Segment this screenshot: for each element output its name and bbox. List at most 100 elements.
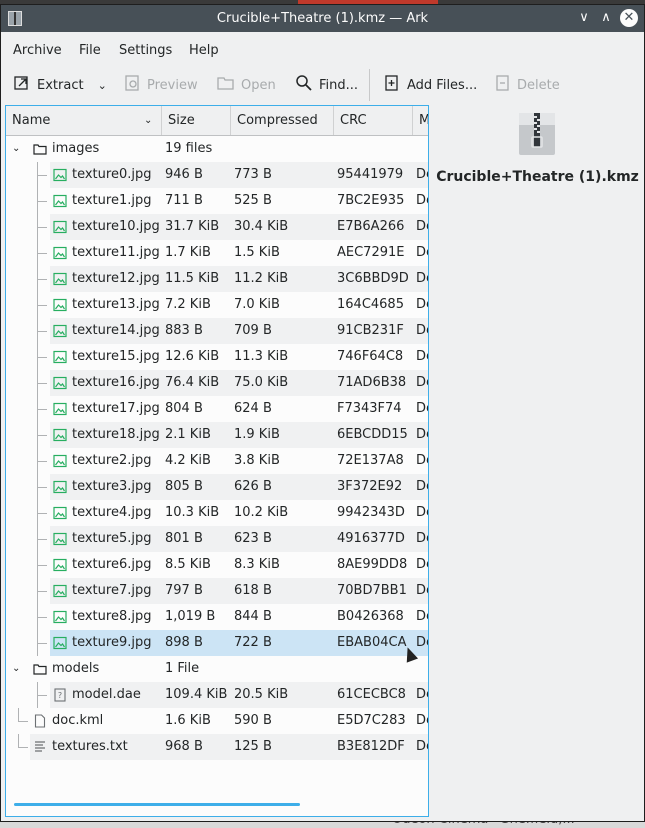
menu-file[interactable]: File	[79, 43, 101, 58]
chevron-up-icon[interactable]: ∧	[597, 9, 615, 27]
folder-row[interactable]: ⌄ models 1 File	[6, 656, 428, 682]
file-row[interactable]: texture5.jpg 801 B 623 B 4916377D De	[6, 526, 428, 552]
chevron-down-icon[interactable]: ⌄	[98, 79, 107, 92]
cell-crc: 9942343D	[337, 505, 405, 520]
cell-name: texture7.jpg	[72, 583, 152, 598]
delete-label: Delete	[517, 77, 560, 93]
cell-method: De	[416, 349, 428, 364]
delete-file-icon	[495, 74, 511, 96]
cell-compressed: 11.2 KiB	[234, 271, 289, 286]
tree-line	[37, 513, 47, 514]
file-row[interactable]: textures.txt 968 B 125 B B3E812DF De	[6, 734, 428, 760]
file-row[interactable]: texture16.jpg 76.4 KiB 75.0 KiB 71AD6B38 De	[6, 370, 428, 396]
cell-name: texture15.jpg	[72, 349, 160, 364]
menu-settings[interactable]: Settings	[119, 43, 172, 58]
file-row[interactable]: texture6.jpg 8.5 KiB 8.3 KiB 8AE99DD8 De	[6, 552, 428, 578]
file-row[interactable]: texture15.jpg 12.6 KiB 11.3 KiB 746F64C8 De	[6, 344, 428, 370]
info-panel: Crucible+Theatre (1).kmz	[431, 105, 644, 817]
menu-help[interactable]: Help	[189, 43, 219, 58]
cell-method: De	[416, 713, 428, 728]
extract-button[interactable]: Extract ⌄	[13, 67, 107, 103]
archive-file-list[interactable]: Name ⌄ Size Compressed CRC M ⌄ images 19 f…	[5, 105, 429, 817]
cell-name: texture3.jpg	[72, 479, 152, 494]
column-method[interactable]: M	[413, 106, 428, 135]
folder-icon	[33, 656, 49, 682]
cell-crc: 71AD6B38	[337, 375, 407, 390]
file-row[interactable]: ? model.dae 109.4 KiB 20.5 KiB 61CECBC8 De	[6, 682, 428, 708]
close-icon[interactable]: ✕	[620, 9, 638, 27]
folder-row[interactable]: ⌄ images 19 files	[6, 136, 428, 162]
cell-compressed: 623 B	[234, 531, 272, 546]
image-file-icon	[53, 604, 69, 630]
tree-line	[37, 279, 47, 280]
tree-line	[37, 591, 47, 592]
file-row[interactable]: texture12.jpg 11.5 KiB 11.2 KiB 3C6BBD9D De	[6, 266, 428, 292]
column-header: Name ⌄ Size Compressed CRC M	[6, 106, 428, 136]
cell-crc: 164C4685	[337, 297, 404, 312]
sort-chevron-icon[interactable]: ⌄	[144, 106, 152, 135]
file-row[interactable]: texture11.jpg 1.7 KiB 1.5 KiB AEC7291E De	[6, 240, 428, 266]
file-row[interactable]: texture0.jpg 946 B 773 B 95441979 De	[6, 162, 428, 188]
cell-method: De	[416, 167, 428, 182]
cell-crc: 3C6BBD9D	[337, 271, 409, 286]
image-file-icon	[53, 162, 69, 188]
delete-button[interactable]: Delete	[495, 67, 560, 103]
ark-window: Crucible+Theatre (1).kmz — Ark ∨ ∧ ✕ Arc…	[0, 4, 645, 822]
titlebar[interactable]: Crucible+Theatre (1).kmz — Ark ∨ ∧ ✕	[1, 5, 644, 32]
zip-archive-icon	[519, 113, 555, 155]
column-compressed[interactable]: Compressed	[231, 106, 334, 135]
cell-name: texture13.jpg	[72, 297, 160, 312]
image-file-icon	[53, 188, 69, 214]
cell-method: De	[416, 245, 428, 260]
file-row[interactable]: texture1.jpg 711 B 525 B 7BC2E935 De	[6, 188, 428, 214]
file-row[interactable]: texture10.jpg 31.7 KiB 30.4 KiB E7B6A266 De	[6, 214, 428, 240]
tree-line	[18, 721, 28, 722]
file-row[interactable]: texture17.jpg 804 B 624 B F7343F74 De	[6, 396, 428, 422]
cell-compressed: 618 B	[234, 583, 272, 598]
cell-crc: 6EBCDD15	[337, 427, 408, 442]
cell-compressed: 722 B	[234, 635, 272, 650]
cell-name: texture10.jpg	[72, 219, 160, 234]
expand-chevron-icon[interactable]: ⌄	[12, 136, 24, 162]
file-row[interactable]: texture8.jpg 1,019 B 844 B B0426368 De	[6, 604, 428, 630]
cell-name: texture12.jpg	[72, 271, 160, 286]
expand-chevron-icon[interactable]: ⌄	[12, 656, 24, 682]
add-files-button[interactable]: Add Files...	[383, 67, 477, 103]
file-row[interactable]: texture18.jpg 2.1 KiB 1.9 KiB 6EBCDD15 De	[6, 422, 428, 448]
file-row[interactable]: texture7.jpg 797 B 618 B 70BD7BB1 De	[6, 578, 428, 604]
svg-text:?: ?	[58, 691, 62, 700]
file-row[interactable]: texture4.jpg 10.3 KiB 10.2 KiB 9942343D De	[6, 500, 428, 526]
file-row[interactable]: texture14.jpg 883 B 709 B 91CB231F De	[6, 318, 428, 344]
document-icon	[33, 708, 49, 734]
image-file-icon	[53, 266, 69, 292]
cell-compressed: 3.8 KiB	[234, 453, 280, 468]
cell-size: 76.4 KiB	[165, 375, 220, 390]
menu-archive[interactable]: Archive	[13, 43, 62, 58]
cell-compressed: 10.2 KiB	[234, 505, 289, 520]
cell-compressed: 30.4 KiB	[234, 219, 289, 234]
file-row[interactable]: texture3.jpg 805 B 626 B 3F372E92 De	[6, 474, 428, 500]
cell-size: 883 B	[165, 323, 203, 338]
file-row[interactable]: texture9.jpg 898 B 722 B EBAB04CA De	[6, 630, 428, 656]
file-row[interactable]: texture2.jpg 4.2 KiB 3.8 KiB 72E137A8 De	[6, 448, 428, 474]
file-row[interactable]: texture13.jpg 7.2 KiB 7.0 KiB 164C4685 De	[6, 292, 428, 318]
column-name[interactable]: Name ⌄	[6, 106, 162, 135]
column-crc[interactable]: CRC	[334, 106, 413, 135]
horizontal-scrollbar[interactable]	[14, 803, 300, 806]
cell-method: De	[416, 583, 428, 598]
chevron-down-icon[interactable]: ∨	[575, 9, 593, 27]
cell-method: De	[416, 323, 428, 338]
cell-size: 2.1 KiB	[165, 427, 211, 442]
text-file-icon	[33, 734, 49, 760]
cell-crc: 3F372E92	[337, 479, 403, 494]
cell-crc: AEC7291E	[337, 245, 405, 260]
find-button[interactable]: Find...	[295, 67, 358, 103]
cell-method: De	[416, 609, 428, 624]
cell-name: texture4.jpg	[72, 505, 152, 520]
preview-button[interactable]: Preview	[125, 67, 198, 103]
column-size[interactable]: Size	[162, 106, 231, 135]
file-row[interactable]: doc.kml 1.6 KiB 590 B E5D7C283 De	[6, 708, 428, 734]
cell-name: texture1.jpg	[72, 193, 152, 208]
cell-name: texture14.jpg	[72, 323, 160, 338]
open-button[interactable]: Open	[217, 67, 276, 103]
